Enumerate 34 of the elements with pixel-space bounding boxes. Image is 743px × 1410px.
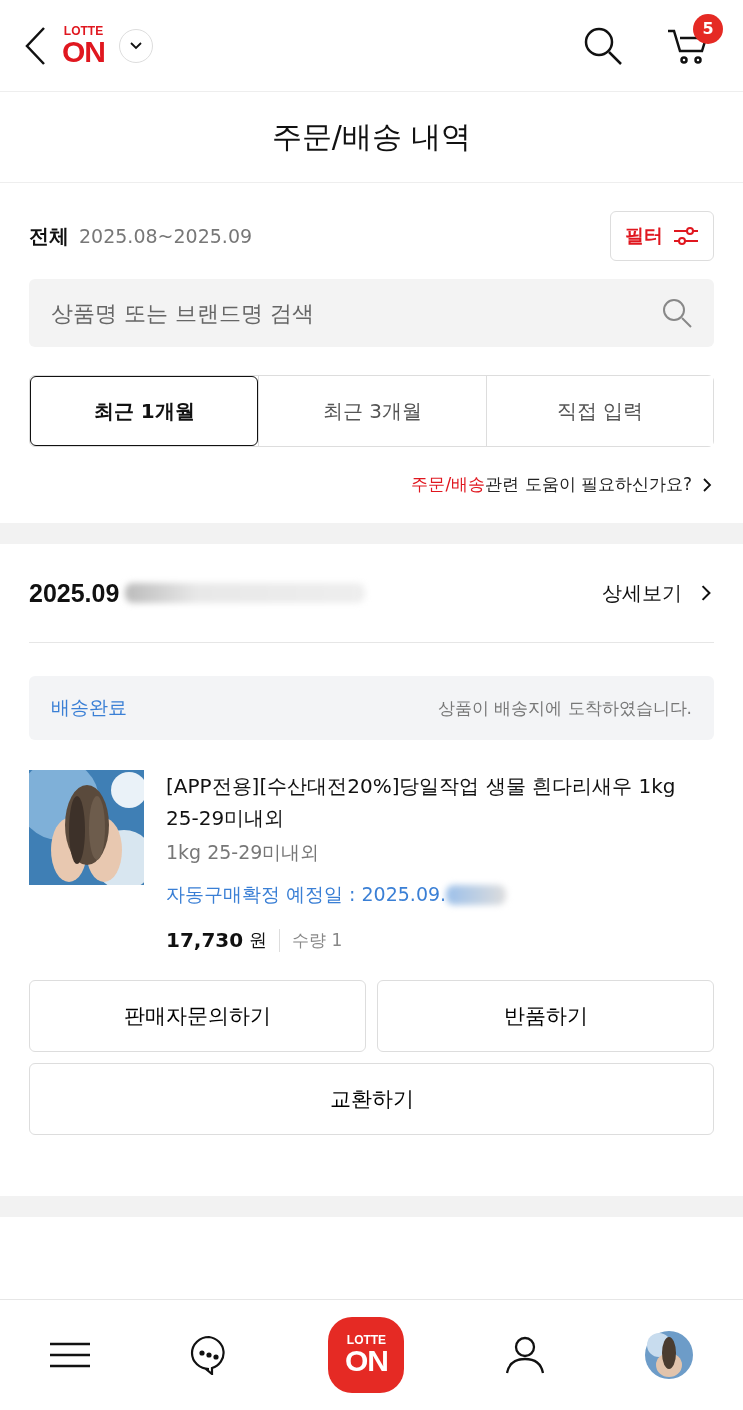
search-field[interactable]: 상품명 또는 브랜드명 검색 [29, 279, 714, 347]
back-button[interactable] [24, 25, 48, 66]
price: 17,730 [166, 928, 244, 952]
action-button[interactable]: 교환하기 [29, 1063, 714, 1135]
currency: 원 [249, 928, 268, 952]
product-name[interactable]: [APP전용][수산대전20%]당일작업 생물 흰다리새우 1kg 25-29미내외 [166, 770, 714, 834]
delivery-status: 배송완료 [51, 695, 127, 720]
search-button[interactable] [583, 25, 623, 66]
confirm-date: 자동구매확정 예정일 : 2025.09. [166, 882, 447, 907]
status-message: 상품이 배송지에 도착하였습니다. [437, 696, 692, 720]
detail-link[interactable]: 상세보기 [602, 579, 714, 607]
dropdown-button[interactable] [119, 28, 153, 63]
action-button[interactable]: 판매자문의하기 [29, 980, 366, 1052]
scope-label: 전체 [29, 223, 69, 248]
action-button[interactable]: 반품하기 [377, 980, 714, 1052]
filter-button[interactable]: 필터 [610, 211, 714, 261]
help-link[interactable]: 주문/배송관련 도움이 필요하신가요? [29, 473, 714, 496]
logo[interactable]: LOTTE ON [62, 24, 105, 67]
menu-button[interactable] [50, 1342, 91, 1368]
home-logo-button[interactable]: LOTTE ON [328, 1317, 405, 1393]
quantity: 수량 1 [279, 928, 343, 952]
recent-item-button[interactable] [644, 1331, 693, 1379]
sliders-icon [673, 226, 699, 246]
page-title: 주문/배송 내역 [271, 117, 472, 156]
profile-button[interactable] [504, 1336, 545, 1374]
blurred-date [446, 885, 507, 905]
period-tab[interactable]: 최근 1개월 [30, 376, 259, 446]
period-tab[interactable]: 직접 입력 [485, 376, 713, 446]
order-date: 2025.09 [29, 578, 120, 608]
cart-count-badge: 5 [693, 13, 723, 44]
product-option: 1kg 25-29미내외 [166, 840, 714, 866]
chevron-right-icon [700, 477, 714, 492]
date-range: 2025.08~2025.09 [79, 224, 253, 247]
search-icon[interactable] [662, 298, 692, 328]
